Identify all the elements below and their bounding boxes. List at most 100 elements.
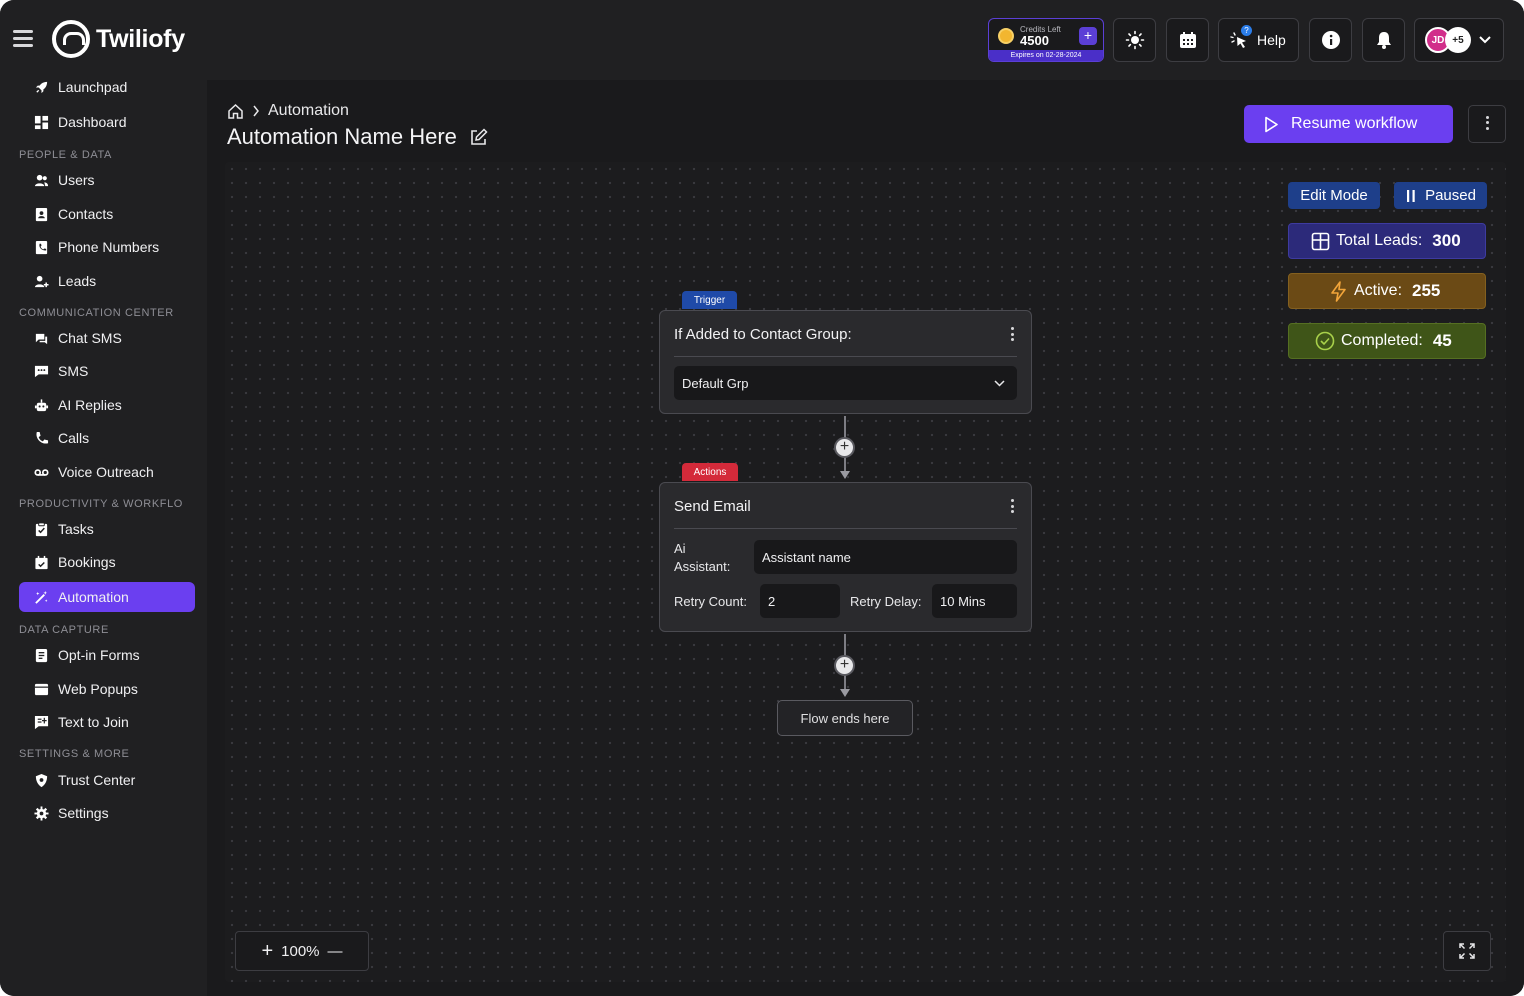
breadcrumb-current[interactable]: Automation xyxy=(268,102,349,120)
coin-icon xyxy=(998,28,1014,44)
sidebar-item-trust-center[interactable]: Trust Center xyxy=(19,765,195,795)
fullscreen-button[interactable] xyxy=(1443,931,1491,971)
phone-icon xyxy=(36,431,49,444)
user-menu-button[interactable]: JD +5 xyxy=(1414,18,1504,62)
edit-icon[interactable] xyxy=(469,127,488,147)
divider xyxy=(674,528,1017,529)
sidebar-item-calls[interactable]: Calls xyxy=(19,423,195,453)
active-stat: Active: 255 xyxy=(1288,273,1486,309)
phone-book-icon xyxy=(35,240,48,254)
sidebar-item-label: Chat SMS xyxy=(58,330,122,346)
sidebar-item-opt-in-forms[interactable]: Opt-in Forms xyxy=(19,640,195,670)
theme-toggle-button[interactable] xyxy=(1113,18,1156,62)
zoom-out-button[interactable]: — xyxy=(328,943,343,960)
notifications-button[interactable] xyxy=(1362,18,1405,62)
sidebar-item-label: Phone Numbers xyxy=(58,239,160,255)
text-join-icon xyxy=(34,715,49,729)
sidebar-item-label: Trust Center xyxy=(58,772,136,788)
user-plus-icon xyxy=(34,275,49,287)
sidebar-item-automation[interactable]: Automation xyxy=(19,582,195,612)
contact-group-value: Default Grp xyxy=(682,375,749,391)
breadcrumb: Automation xyxy=(227,102,349,120)
calendar-button[interactable] xyxy=(1166,18,1209,62)
sidebar-item-label: Contacts xyxy=(58,206,114,222)
kebab-icon[interactable] xyxy=(1011,327,1015,344)
action-node[interactable]: Send Email Ai Assistant: Assistant name … xyxy=(659,482,1032,632)
completed-stat: Completed: 45 xyxy=(1288,323,1486,359)
sidebar-item-launchpad[interactable]: Launchpad xyxy=(19,72,195,102)
pause-icon xyxy=(1407,189,1415,202)
add-credits-button[interactable]: + xyxy=(1079,27,1097,45)
sidebar-item-ai-replies[interactable]: AI Replies xyxy=(19,390,195,420)
zoom-control: + 100% — xyxy=(235,931,369,971)
help-button[interactable]: ? Help xyxy=(1218,18,1299,62)
zoom-in-button[interactable]: + xyxy=(261,940,273,963)
assistant-label: Ai xyxy=(674,541,686,556)
sidebar-item-sms[interactable]: SMS xyxy=(19,356,195,386)
voicemail-icon xyxy=(34,468,49,476)
sidebar-item-label: Bookings xyxy=(58,554,116,570)
sidebar-item-voice-outreach[interactable]: Voice Outreach xyxy=(19,457,195,487)
sidebar-item-contacts[interactable]: Contacts xyxy=(19,199,195,229)
total-leads-value: 300 xyxy=(1432,231,1461,250)
sidebar-item-settings[interactable]: Settings xyxy=(19,798,195,828)
edit-mode-badge[interactable]: Edit Mode xyxy=(1288,182,1380,209)
check-circle-icon xyxy=(1315,331,1335,351)
sidebar-item-tasks[interactable]: Tasks xyxy=(19,514,195,544)
sidebar-item-text-to-join[interactable]: Text to Join xyxy=(19,707,195,737)
trigger-title: If Added to Contact Group: xyxy=(674,325,852,343)
contact-group-select[interactable]: Default Grp xyxy=(674,366,1017,400)
sidebar-item-label: Settings xyxy=(58,805,109,821)
total-leads-stat: Total Leads: 300 xyxy=(1288,223,1486,259)
completed-label: Completed: xyxy=(1341,332,1423,349)
sidebar-item-label: Calls xyxy=(58,430,90,446)
section-title: DATA CAPTURE xyxy=(19,624,109,636)
help-badge: ? xyxy=(1241,25,1252,36)
chevron-right-icon xyxy=(253,105,259,117)
chat-icon xyxy=(35,333,48,344)
workflow-canvas[interactable]: Edit Mode Paused Total Leads: 300 Active… xyxy=(225,162,1506,982)
calendar-check-icon xyxy=(35,555,48,569)
flow-end-node: Flow ends here xyxy=(777,700,913,736)
credits-widget[interactable]: Credits Left 4500 + Expires on 02-28-202… xyxy=(988,18,1104,62)
add-step-button[interactable]: + xyxy=(834,437,855,458)
active-value: 255 xyxy=(1412,281,1441,300)
top-bar: Twiliofy Credits Left 4500 + Expires on … xyxy=(0,0,1524,80)
resume-workflow-button[interactable]: Resume workflow xyxy=(1244,105,1453,143)
total-leads-label: Total Leads: xyxy=(1336,232,1423,249)
bell-icon xyxy=(1376,32,1391,49)
retry-delay-input[interactable]: 10 Mins xyxy=(932,584,1017,618)
logo-icon xyxy=(52,20,90,58)
section-title: COMMUNICATION CENTER xyxy=(19,307,174,319)
actions-tag: Actions xyxy=(682,463,738,481)
sidebar-item-users[interactable]: Users xyxy=(19,165,195,195)
add-step-button[interactable]: + xyxy=(834,655,855,676)
more-options-button[interactable] xyxy=(1468,105,1506,143)
lightning-icon xyxy=(1331,280,1346,302)
trigger-node[interactable]: If Added to Contact Group: Default Grp xyxy=(659,310,1032,414)
sidebar-item-label: SMS xyxy=(58,363,89,379)
home-icon[interactable] xyxy=(227,103,244,120)
kebab-icon xyxy=(1485,115,1489,133)
sidebar-item-dashboard[interactable]: Dashboard xyxy=(19,107,195,137)
sidebar-item-chat-sms[interactable]: Chat SMS xyxy=(19,323,195,353)
paused-badge[interactable]: Paused xyxy=(1394,182,1487,209)
assistant-input[interactable]: Assistant name xyxy=(754,540,1017,574)
form-icon xyxy=(35,648,48,662)
retry-count-input[interactable]: 2 xyxy=(760,584,840,618)
sidebar-item-label: Opt-in Forms xyxy=(58,647,140,663)
credits-value: 4500 xyxy=(1020,33,1049,48)
app-logo[interactable]: Twiliofy xyxy=(52,20,185,58)
active-label: Active: xyxy=(1354,282,1403,299)
retry-count-label: Retry Count: xyxy=(674,594,747,609)
app-name: Twiliofy xyxy=(96,24,185,53)
info-button[interactable] xyxy=(1309,18,1352,62)
sidebar-item-web-popups[interactable]: Web Popups xyxy=(19,674,195,704)
chevron-down-icon xyxy=(994,379,1005,387)
clipboard-check-icon xyxy=(35,521,48,536)
sidebar-item-bookings[interactable]: Bookings xyxy=(19,547,195,577)
sidebar-item-phone-numbers[interactable]: Phone Numbers xyxy=(19,232,195,262)
kebab-icon[interactable] xyxy=(1011,499,1015,516)
sidebar-item-leads[interactable]: Leads xyxy=(19,266,195,296)
hamburger-menu-icon[interactable] xyxy=(13,30,33,48)
